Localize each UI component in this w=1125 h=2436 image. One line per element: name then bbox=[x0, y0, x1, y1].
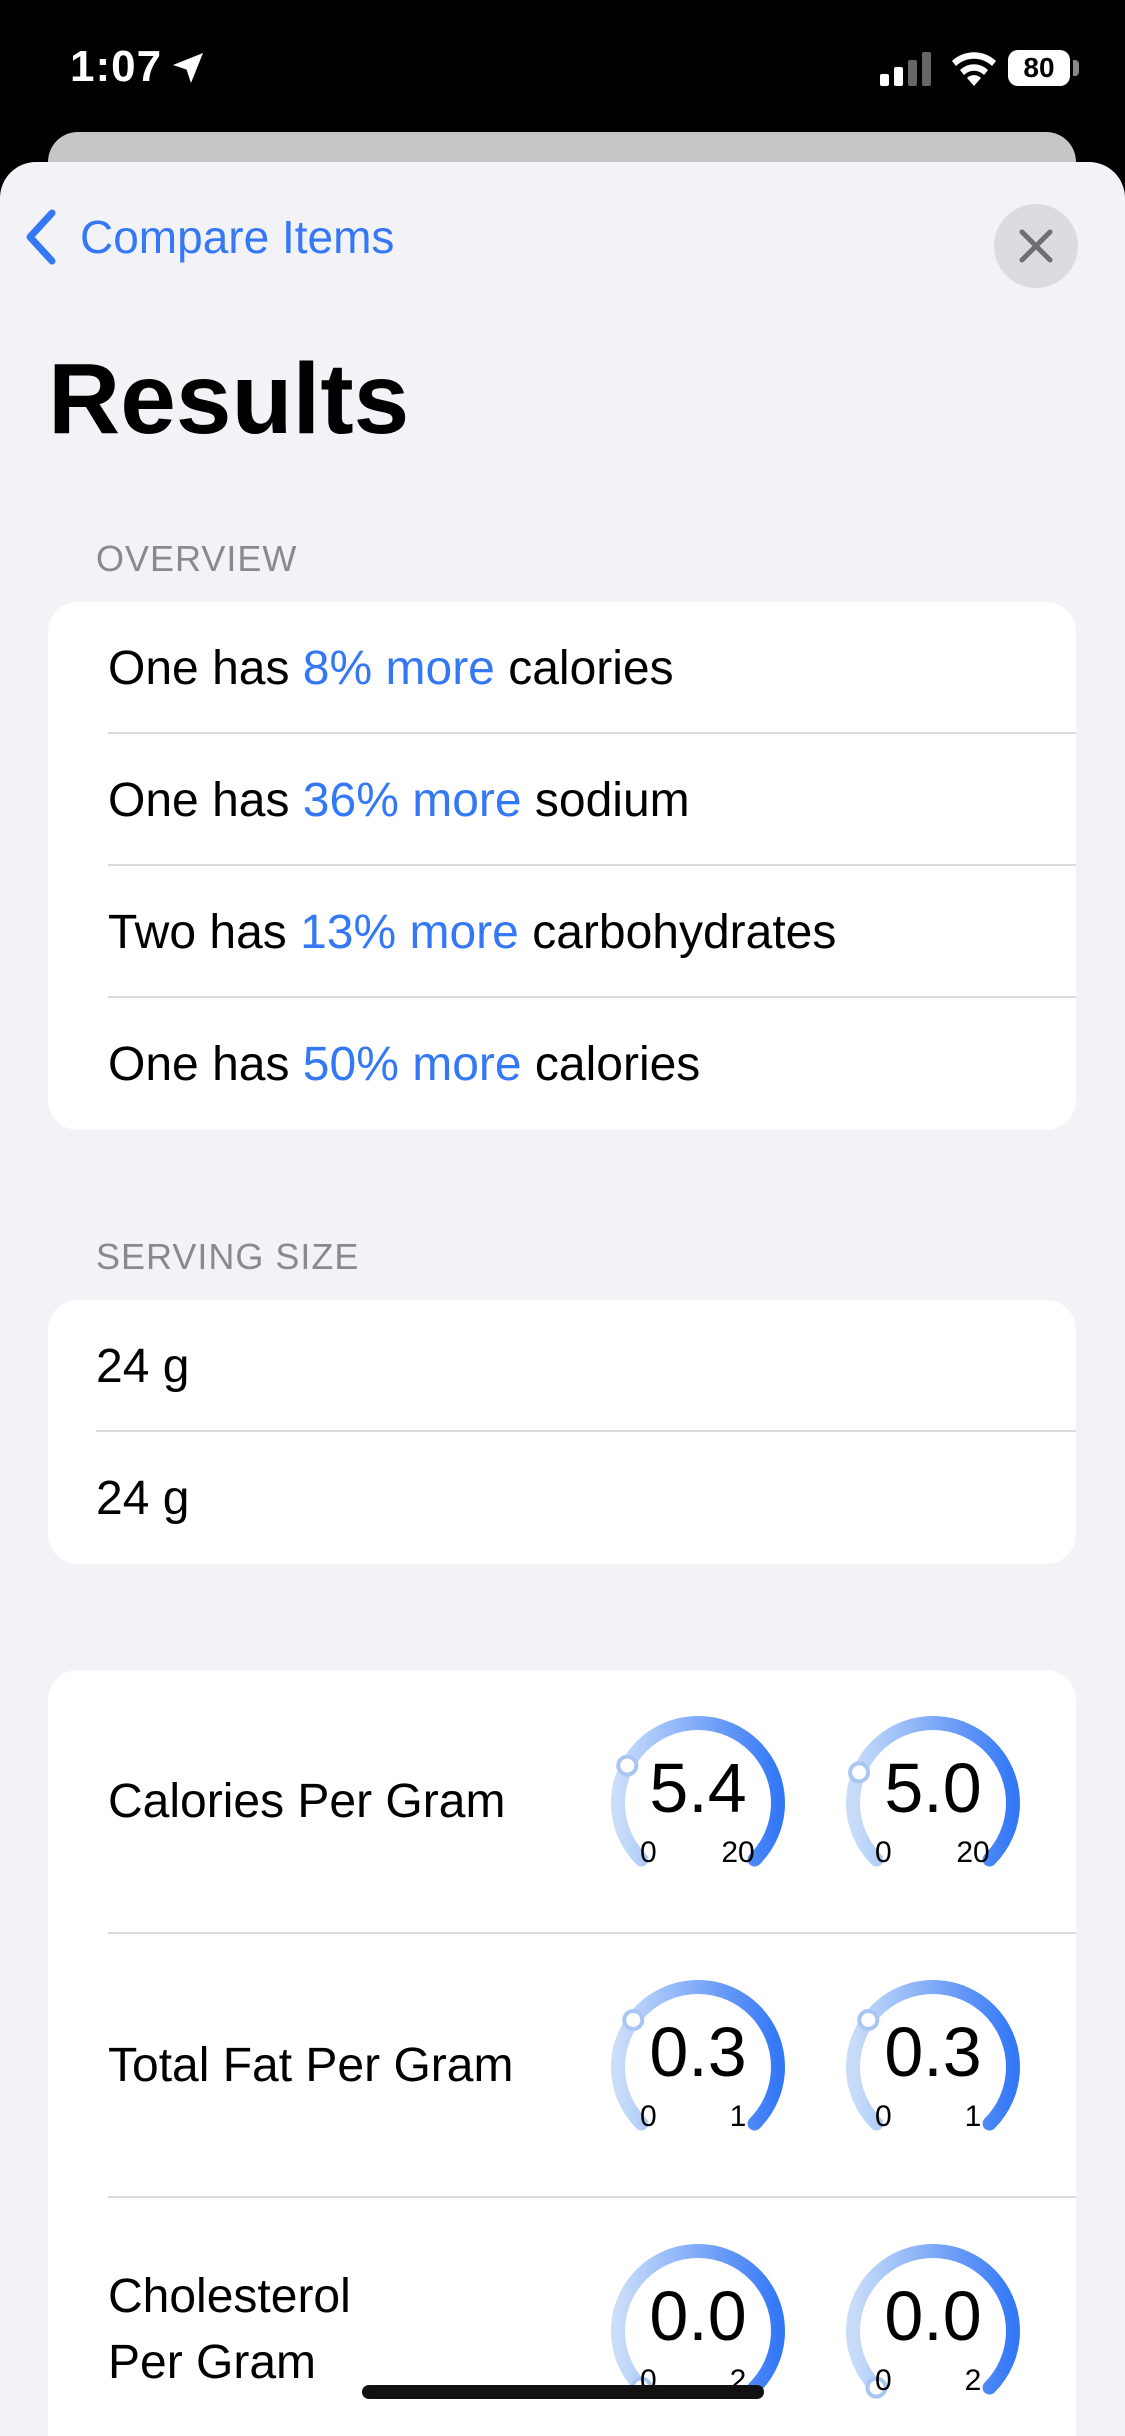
serving-size-header: SERVING SIZE bbox=[96, 1236, 360, 1277]
gauge-min: 0 bbox=[640, 2100, 657, 2133]
gauge-min: 0 bbox=[875, 2364, 892, 2397]
metric-label: Total Fat Per Gram bbox=[108, 2039, 514, 2092]
gauge-max: 20 bbox=[721, 1836, 755, 1869]
overview-header: OVERVIEW bbox=[96, 538, 298, 579]
overview-row: Two has 13% more carbohydrates bbox=[48, 866, 1076, 998]
page-title: Results bbox=[48, 343, 410, 455]
metrics-card: Calories Per Gram 5.4 0 20 5.0 0 20 Tota… bbox=[48, 1670, 1076, 2436]
serving-size-row: 24 g bbox=[48, 1300, 1076, 1432]
gauge: 5.4 0 20 bbox=[603, 1708, 793, 1898]
chevron-left-icon bbox=[26, 209, 56, 265]
close-button[interactable] bbox=[994, 204, 1078, 288]
gauge-value: 0.0 bbox=[884, 2277, 982, 2355]
overview-suffix: sodium bbox=[521, 773, 690, 827]
metric-label: Cholesterol Per Gram bbox=[108, 2270, 351, 2389]
overview-highlight: 50% more bbox=[302, 1037, 522, 1091]
overview-suffix: calories bbox=[494, 641, 674, 695]
battery-icon: 80 bbox=[1008, 50, 1070, 86]
status-bar: 1:07 80 bbox=[0, 0, 1125, 150]
back-button[interactable]: Compare Items bbox=[22, 202, 394, 272]
close-icon bbox=[1019, 229, 1053, 263]
serving-size-row: 24 g bbox=[48, 1432, 1076, 1564]
serving-size-card: 24 g 24 g bbox=[48, 1300, 1076, 1564]
gauge: 0.3 0 1 bbox=[603, 1972, 793, 2162]
gauge-min: 0 bbox=[640, 1836, 657, 1869]
gauge-max: 1 bbox=[964, 2100, 982, 2133]
overview-prefix: One has bbox=[108, 641, 303, 695]
overview-row: One has 36% more sodium bbox=[48, 734, 1076, 866]
overview-card: One has 8% more calories One has 36% mor… bbox=[48, 602, 1076, 1130]
gauge-min: 0 bbox=[875, 2100, 892, 2133]
gauge-value: 5.4 bbox=[649, 1749, 747, 1827]
home-indicator bbox=[362, 2385, 764, 2399]
overview-row: One has 8% more calories bbox=[48, 602, 1076, 734]
overview-highlight: 13% more bbox=[300, 905, 519, 959]
overview-highlight: 36% more bbox=[302, 773, 522, 827]
metric-row-calories: Calories Per Gram 5.4 0 20 5.0 0 20 bbox=[48, 1670, 1076, 1934]
cellular-signal-icon bbox=[880, 52, 931, 86]
wifi-icon bbox=[952, 52, 996, 86]
gauge-max: 1 bbox=[729, 2100, 747, 2133]
overview-suffix: calories bbox=[521, 1037, 701, 1091]
overview-prefix: One has bbox=[108, 1037, 303, 1091]
gauge-value: 0.3 bbox=[884, 2013, 982, 2091]
battery-tip bbox=[1073, 60, 1079, 76]
gauge-max: 2 bbox=[964, 2364, 982, 2397]
serving-size-value: 24 g bbox=[96, 1339, 190, 1393]
status-time: 1:07 bbox=[70, 42, 163, 91]
location-arrow-icon bbox=[173, 53, 203, 83]
gauge-value: 0.3 bbox=[649, 2013, 747, 2091]
gauge-min: 0 bbox=[875, 1836, 892, 1869]
back-button-label: Compare Items bbox=[80, 211, 395, 263]
gauge: 0.3 0 1 bbox=[838, 1972, 1028, 2162]
results-sheet: Compare Items Results OVERVIEW One has 8… bbox=[0, 162, 1125, 2436]
serving-size-value: 24 g bbox=[96, 1471, 190, 1525]
overview-prefix: One has bbox=[108, 773, 303, 827]
gauge: 5.0 0 20 bbox=[838, 1708, 1028, 1898]
overview-suffix: carbohydrates bbox=[518, 905, 837, 959]
metric-label: Calories Per Gram bbox=[108, 1775, 506, 1828]
gauge-value: 0.0 bbox=[649, 2277, 747, 2355]
gauge-max: 20 bbox=[956, 1836, 990, 1869]
gauge-value: 5.0 bbox=[884, 1749, 982, 1827]
overview-highlight: 8% more bbox=[302, 641, 495, 695]
overview-row: One has 50% more calories bbox=[48, 998, 1076, 1130]
overview-prefix: Two has bbox=[108, 905, 301, 959]
metric-row-cholesterol: Cholesterol Per Gram 0.0 0 2 0.0 0 2 bbox=[48, 2198, 1076, 2436]
gauge: 0.0 0 2 bbox=[838, 2236, 1028, 2426]
metric-row-total-fat: Total Fat Per Gram 0.3 0 1 0.3 0 1 bbox=[48, 1934, 1076, 2198]
